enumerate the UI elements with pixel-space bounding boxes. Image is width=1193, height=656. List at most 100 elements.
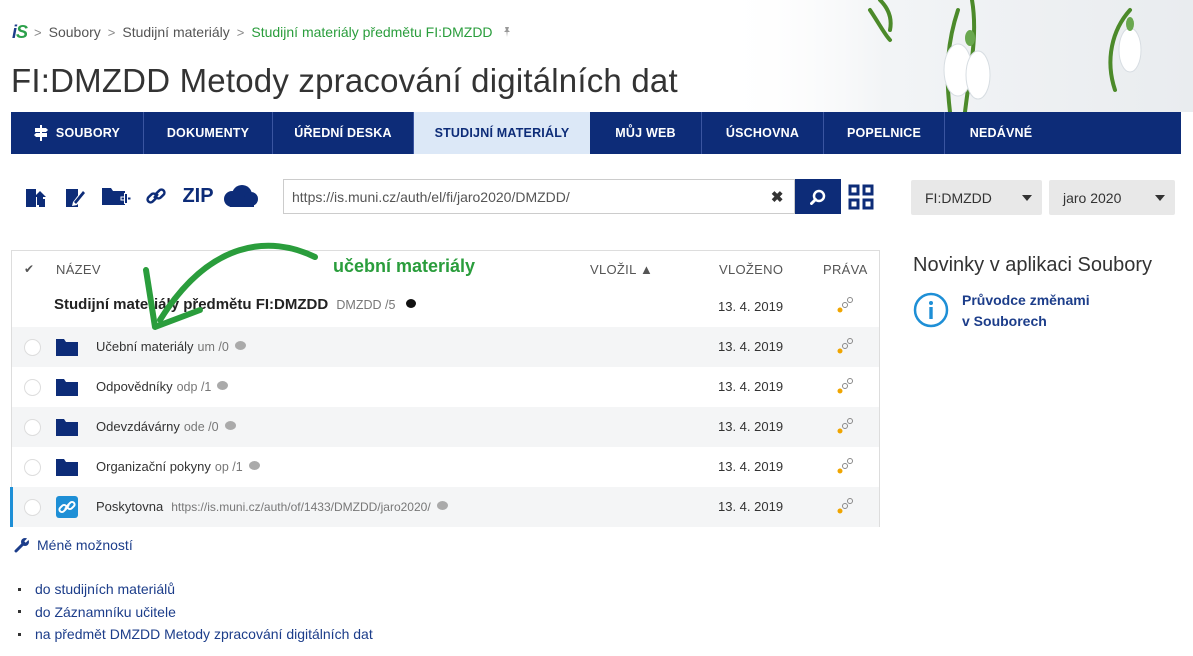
row-name-group: Organizační pokyny op /1 xyxy=(96,459,260,474)
bullet-icon xyxy=(18,610,21,614)
news-heading: Novinky v aplikaci Soubory xyxy=(913,254,1152,276)
less-options-link[interactable]: Méně možností xyxy=(14,537,133,553)
news-link-line2: v Souborech xyxy=(962,313,1047,329)
link-teacher-notebook[interactable]: do Záznamníku učitele xyxy=(35,601,176,623)
breadcrumb-item-soubory[interactable]: Soubory xyxy=(49,24,101,40)
is-logo-icon[interactable]: iS xyxy=(12,22,28,43)
tab-label: ÚŘEDNÍ DESKA xyxy=(294,126,392,140)
permissions-icon[interactable] xyxy=(836,417,854,435)
row-shortcut: odp /1 xyxy=(176,380,212,394)
row-name-group: Učební materiály um /0 xyxy=(96,339,246,354)
tab-uschovna[interactable]: ÚSCHOVNA xyxy=(702,112,824,154)
upload-file-button[interactable] xyxy=(16,178,56,214)
row-shortcut: op /1 xyxy=(214,460,243,474)
row-name[interactable]: Organizační pokyny xyxy=(96,459,211,474)
table-row[interactable]: Organizační pokyny op /1 13. 4. 2019 xyxy=(12,447,879,487)
row-date: 13. 4. 2019 xyxy=(718,499,784,514)
link-button[interactable] xyxy=(136,178,176,214)
news-link[interactable]: Průvodce změnami v Souborech xyxy=(962,290,1122,332)
permissions-icon[interactable] xyxy=(836,497,854,515)
breadcrumb-item-studijni-materialy[interactable]: Studijní materiály xyxy=(122,24,229,40)
cloud-button[interactable] xyxy=(220,178,260,214)
comment-icon[interactable] xyxy=(405,299,416,308)
term-select[interactable]: jaro 2020 xyxy=(1049,180,1175,215)
table-row[interactable]: Poskytovna https://is.muni.cz/auth/of/143… xyxy=(12,487,879,527)
bullet-icon xyxy=(18,587,21,591)
edit-file-button[interactable] xyxy=(56,178,96,214)
cloud-icon xyxy=(224,185,258,207)
row-checkbox[interactable] xyxy=(24,379,41,396)
row-date: 13. 4. 2019 xyxy=(718,299,784,314)
list-item: do studijních materiálů xyxy=(18,578,373,601)
chevron-right-icon: > xyxy=(107,24,116,40)
grid-view-icon[interactable] xyxy=(848,184,874,210)
tab-studijni-materialy[interactable]: STUDIJNÍ MATERIÁLY xyxy=(414,112,590,154)
row-name[interactable]: Učební materiály xyxy=(96,339,194,354)
zip-button[interactable]: ZIP xyxy=(176,178,220,214)
breadcrumb-current: Studijní materiály předmětu FI:DMZDD xyxy=(251,24,493,40)
permissions-icon[interactable] xyxy=(836,377,854,395)
course-select-value: FI:DMZDD xyxy=(925,189,992,206)
path-input[interactable] xyxy=(284,187,761,206)
info-icon xyxy=(913,292,949,328)
link-study-materials[interactable]: do studijních materiálů xyxy=(35,578,175,600)
link-course[interactable]: na předmět DMZDD Metody zpracování digit… xyxy=(35,623,373,645)
row-date: 13. 4. 2019 xyxy=(718,419,784,434)
table-row[interactable]: Odpovědníky odp /1 13. 4. 2019 xyxy=(12,367,879,407)
tab-dokumenty[interactable]: DOKUMENTY xyxy=(144,112,273,154)
header-decoration-image xyxy=(720,0,1193,112)
permissions-icon[interactable] xyxy=(836,296,854,314)
table-row[interactable]: Odevzdávárny ode /0 13. 4. 2019 xyxy=(12,407,879,447)
toolbar: ZIP xyxy=(16,178,260,214)
new-folder-icon xyxy=(102,188,131,205)
row-date: 13. 4. 2019 xyxy=(718,459,784,474)
tab-muj-web[interactable]: MŮJ WEB xyxy=(590,112,702,154)
caret-down-icon xyxy=(1022,195,1032,201)
row-name[interactable]: Odevzdávárny xyxy=(96,419,180,434)
caret-down-icon xyxy=(1155,195,1165,201)
folder-icon xyxy=(56,459,78,476)
list-item: do Záznamníku učitele xyxy=(18,601,373,624)
edit-file-icon xyxy=(66,189,87,207)
tab-popelnice[interactable]: POPELNICE xyxy=(824,112,945,154)
parent-folder-shortcut: DMZDD /5 xyxy=(336,298,396,312)
tab-label: SOUBORY xyxy=(55,126,121,140)
tab-label: STUDIJNÍ MATERIÁLY xyxy=(434,126,570,140)
list-item: na předmět DMZDD Metody zpracování digit… xyxy=(18,623,373,646)
chevron-right-icon: > xyxy=(236,24,245,40)
term-select-value: jaro 2020 xyxy=(1063,189,1122,206)
clear-icon[interactable]: ✖ xyxy=(760,188,794,206)
row-name[interactable]: Poskytovna xyxy=(96,499,163,514)
comment-icon[interactable] xyxy=(217,381,229,390)
comment-icon[interactable] xyxy=(248,461,260,470)
tab-label: DOKUMENTY xyxy=(166,126,250,140)
row-name-group: Odevzdávárny ode /0 xyxy=(96,419,236,434)
row-name-group: Odpovědníky odp /1 xyxy=(96,379,229,394)
row-shortcut: https://is.muni.cz/auth/of/1433/DMZDD/ja… xyxy=(171,500,431,514)
search-button[interactable] xyxy=(795,179,841,214)
row-shortcut: ode /0 xyxy=(183,420,219,434)
pin-icon[interactable] xyxy=(501,26,513,38)
tab-uredni-deska[interactable]: ÚŘEDNÍ DESKA xyxy=(273,112,414,154)
comment-icon[interactable] xyxy=(224,421,236,430)
row-checkbox[interactable] xyxy=(24,459,41,476)
course-select[interactable]: FI:DMZDD xyxy=(911,180,1042,215)
folder-icon xyxy=(56,419,78,436)
permissions-icon[interactable] xyxy=(836,457,854,475)
folder-icon xyxy=(56,379,78,396)
upload-file-icon xyxy=(26,189,46,207)
breadcrumb: iS > Soubory > Studijní materiály > Stud… xyxy=(12,20,513,44)
folder-icon xyxy=(56,339,78,356)
row-name[interactable]: Odpovědníky xyxy=(96,379,173,394)
row-checkbox[interactable] xyxy=(24,499,41,516)
permissions-icon[interactable] xyxy=(836,337,854,355)
chevron-right-icon: > xyxy=(34,24,42,40)
wrench-icon xyxy=(14,538,29,553)
tab-nedavne[interactable]: NEDÁVNÉ xyxy=(945,112,1057,154)
row-checkbox[interactable] xyxy=(24,419,41,436)
new-folder-button[interactable] xyxy=(96,178,136,214)
comment-icon[interactable] xyxy=(234,341,246,350)
tab-soubory[interactable]: SOUBORY xyxy=(11,112,144,154)
row-checkbox[interactable] xyxy=(24,339,41,356)
comment-icon[interactable] xyxy=(436,501,448,510)
